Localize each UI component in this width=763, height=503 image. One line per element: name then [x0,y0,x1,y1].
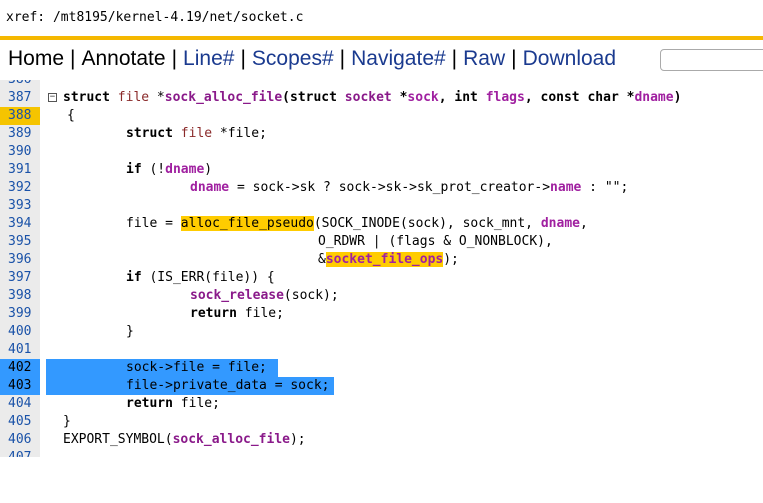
code-line: 397 if (IS_ERR(file)) { [0,269,763,287]
code-line-selected: 403 file->private_data = sock; [0,377,763,395]
code-line: 400 } [0,323,763,341]
type-link[interactable]: socket [345,90,392,105]
line-number[interactable]: 403 [0,377,40,395]
type-link[interactable]: file [181,126,212,141]
function-link[interactable]: sock_alloc_file [165,90,282,105]
code-line: 399 return file; [0,305,763,323]
code-line: 406 EXPORT_SYMBOL(sock_alloc_file); [0,431,763,449]
code-text: { [67,108,75,123]
line-number[interactable]: 390 [0,143,40,161]
line-number[interactable]: 406 [0,431,40,449]
code-line: 392 dname = sock->sk ? sock->sk->sk_prot… [0,179,763,197]
line-number[interactable]: 389 [0,125,40,143]
code-text: file->private_data = sock; [126,378,330,393]
code-text: &socket_file_ops); [318,252,459,267]
code-line: 407 [0,449,763,457]
code-text: if (!dname) [126,162,213,177]
line-number[interactable]: 397 [0,269,40,287]
nav-line[interactable]: Line# [177,47,240,71]
code-text: O_RDWR | (flags & O_NONBLOCK), [318,234,553,249]
code-text: sock->file = file; [126,360,267,375]
code-line: 404 return file; [0,395,763,413]
line-number[interactable]: 400 [0,323,40,341]
line-number[interactable]: 387 [0,89,40,107]
code-text: return file; [126,396,220,411]
line-number[interactable]: 402 [0,359,40,377]
code-text: file = alloc_file_pseudo(SOCK_INODE(sock… [126,216,588,231]
nav-home[interactable]: Home [0,47,70,71]
code-text: } [126,324,134,339]
code-text: sock_release(sock); [190,288,339,303]
nav-download[interactable]: Download [517,47,622,71]
search-input[interactable] [660,49,763,71]
code-text: } [63,414,71,429]
search-match[interactable]: alloc_file_pseudo [180,216,314,231]
code-line: 389 struct file *file; [0,125,763,143]
code-line: 395 O_RDWR | (flags & O_NONBLOCK), [0,233,763,251]
line-number[interactable]: 392 [0,179,40,197]
code-line: 386 [0,80,763,89]
code-text: struct file *sock_alloc_file(struct sock… [63,90,682,105]
code-text: dname = sock->sk ? sock->sk->sk_prot_cre… [190,180,629,195]
line-number[interactable]: 401 [0,341,40,359]
line-number[interactable]: 393 [0,197,40,215]
code-text: EXPORT_SYMBOL(sock_alloc_file); [63,432,306,447]
function-link[interactable]: sock_release [190,288,284,303]
line-number[interactable]: 398 [0,287,40,305]
function-link[interactable]: sock_alloc_file [173,432,290,447]
code-line: 387 − struct file *sock_alloc_file(struc… [0,89,763,107]
code-line: 405 } [0,413,763,431]
source-code-view: 386 387 − struct file *sock_alloc_file(s… [0,80,763,463]
code-line: 398 sock_release(sock); [0,287,763,305]
line-number[interactable]: 388 [0,107,40,125]
code-line: 401 [0,341,763,359]
code-text: return file; [190,306,284,321]
line-number[interactable]: 391 [0,161,40,179]
code-line: 394 file = alloc_file_pseudo(SOCK_INODE(… [0,215,763,233]
fold-toggle-icon[interactable]: − [48,93,57,102]
line-number[interactable]: 405 [0,413,40,431]
code-line-selected: 402 sock->file = file; [0,359,763,377]
xref-path: xref: /mt8195/kernel-4.19/net/socket.c [0,0,763,36]
top-nav: Home | Annotate | Line# | Scopes# | Navi… [0,40,763,78]
line-number[interactable]: 386 [0,80,40,89]
code-text: if (IS_ERR(file)) { [126,270,275,285]
code-line: 391 if (!dname) [0,161,763,179]
code-line: 388 { [0,107,763,125]
code-text: struct file *file; [126,126,267,141]
nav-raw[interactable]: Raw [457,47,511,71]
line-number[interactable]: 395 [0,233,40,251]
type-link[interactable]: file [118,90,149,105]
code-line: 396 &socket_file_ops); [0,251,763,269]
nav-scopes[interactable]: Scopes# [246,47,340,71]
search-match[interactable]: socket_file_ops [325,252,444,267]
line-number[interactable]: 394 [0,215,40,233]
code-line: 393 [0,197,763,215]
line-number[interactable]: 407 [0,449,40,457]
line-number[interactable]: 396 [0,251,40,269]
nav-navigate[interactable]: Navigate# [345,47,452,71]
nav-annotate[interactable]: Annotate [76,47,172,71]
line-number[interactable]: 399 [0,305,40,323]
line-number[interactable]: 404 [0,395,40,413]
code-line: 390 [0,143,763,161]
